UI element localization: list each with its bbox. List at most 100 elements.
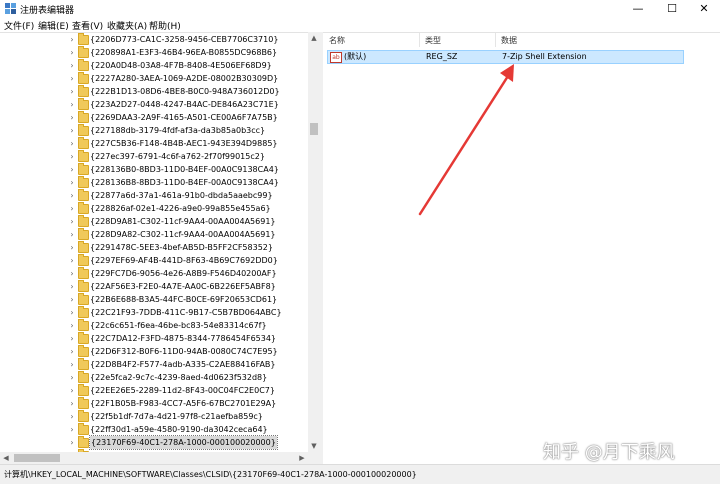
menu-file[interactable]: 文件(F) (4, 19, 34, 32)
tree-item[interactable]: › {220A0D48-03A8-4F7B-8408-4E506EF68D9} (0, 59, 308, 72)
chevron-right-icon[interactable]: › (68, 280, 76, 293)
column-divider[interactable] (495, 33, 496, 47)
chevron-right-icon[interactable]: › (68, 111, 76, 124)
tree-item[interactable]: › {22e5fca2-9c7c-4239-8aed-4d0623f532d8} (0, 371, 308, 384)
tree-item[interactable]: › {22F1B05B-F983-4CC7-A5F6-67BC2701E29A} (0, 397, 308, 410)
tree-item[interactable]: › {223A2D27-0448-4247-B4AC-DE846A23C71E} (0, 98, 308, 111)
scroll-up-icon[interactable]: ▲ (308, 32, 320, 44)
tree-item[interactable]: › {22ff30d1-a59e-4580-9190-da3042ceca64} (0, 423, 308, 436)
menu-help[interactable]: 帮助(H) (149, 19, 181, 32)
chevron-right-icon[interactable]: › (68, 33, 76, 46)
folder-icon (78, 254, 89, 266)
tree-item[interactable]: › {22C7DA12-F3FD-4875-8344-7786454F6534} (0, 332, 308, 345)
chevron-right-icon[interactable]: › (68, 241, 76, 254)
scroll-down-icon[interactable]: ▼ (308, 440, 320, 452)
folder-icon (78, 306, 89, 318)
chevron-right-icon[interactable]: › (68, 384, 76, 397)
tree-item-label: {22C7DA12-F3FD-4875-8344-7786454F6534} (90, 334, 277, 343)
tree-item-label: {220898A1-E3F3-46B4-96EA-B0855DC968B6} (90, 48, 278, 57)
column-header-name[interactable]: 名称 (329, 35, 345, 46)
tree-item[interactable]: › {229FC7D6-9056-4e26-A8B9-F546D40200AF} (0, 267, 308, 280)
minimize-button[interactable]: — (622, 0, 654, 18)
chevron-right-icon[interactable]: › (68, 163, 76, 176)
chevron-right-icon[interactable]: › (68, 423, 76, 436)
column-header-data[interactable]: 数据 (501, 35, 517, 46)
tree-item[interactable]: › {228136B0-8BD3-11D0-B4EF-00A0C9138CA4} (0, 163, 308, 176)
menu-bar: 文件(F) 编辑(E) 查看(V) 收藏夹(A) 帮助(H) (0, 18, 720, 32)
chevron-right-icon[interactable]: › (68, 358, 76, 371)
column-header-type[interactable]: 类型 (425, 35, 441, 46)
maximize-button[interactable]: ☐ (656, 0, 688, 18)
tree-horizontal-scrollbar[interactable]: ◀ ▶ (0, 452, 320, 464)
tree-item[interactable]: › {228D9A81-C302-11cf-9AA4-00AA004A5691} (0, 215, 308, 228)
folder-icon (78, 124, 89, 136)
chevron-right-icon[interactable]: › (68, 215, 76, 228)
tree-item[interactable]: › {228136B8-8BD3-11D0-B4EF-00A0C9138CA4} (0, 176, 308, 189)
column-divider[interactable] (419, 33, 420, 47)
chevron-right-icon[interactable]: › (68, 319, 76, 332)
chevron-right-icon[interactable]: › (68, 254, 76, 267)
close-button[interactable]: ✕ (688, 0, 720, 18)
chevron-right-icon[interactable]: › (68, 436, 76, 449)
tree-item[interactable]: › {227188db-3179-4fdf-af3a-da3b85a0b3cc} (0, 124, 308, 137)
tree-scroll-thumb[interactable] (310, 123, 318, 135)
chevron-right-icon[interactable]: › (68, 72, 76, 85)
tree-item[interactable]: › {228826af-02e1-4226-a9e0-99a855e455a6} (0, 202, 308, 215)
tree-item[interactable]: › {22C21F93-7DDB-411C-9B17-C5B7BD064ABC} (0, 306, 308, 319)
values-list[interactable]: 名称 类型 数据 ab (默认) REG_SZ 7-Zip Shell Exte… (323, 32, 720, 465)
folder-icon (78, 384, 89, 396)
tree-item[interactable]: › {2206D773-CA1C-3258-9456-CEB7706C3710} (0, 33, 308, 46)
chevron-right-icon[interactable]: › (68, 293, 76, 306)
tree-item[interactable]: › {228D9A82-C302-11cf-9AA4-00AA004A5691} (0, 228, 308, 241)
chevron-right-icon[interactable]: › (68, 59, 76, 72)
chevron-right-icon[interactable]: › (68, 124, 76, 137)
tree-hscroll-thumb[interactable] (14, 454, 60, 462)
tree-item[interactable]: › {2297EF69-AF4B-441D-8F63-4B69C7692DD0} (0, 254, 308, 267)
chevron-right-icon[interactable]: › (68, 46, 76, 59)
tree-item[interactable]: › {220898A1-E3F3-46B4-96EA-B0855DC968B6} (0, 46, 308, 59)
chevron-right-icon[interactable]: › (68, 397, 76, 410)
tree-item[interactable]: › {22f5b1df-7d7a-4d21-97f8-c21aefba859c} (0, 410, 308, 423)
chevron-right-icon[interactable]: › (68, 345, 76, 358)
title-bar: 注册表编辑器 — ☐ ✕ (0, 0, 720, 18)
tree-item[interactable]: › {222B1D13-08D6-4BE8-B0C0-948A736012D0} (0, 85, 308, 98)
value-row-default[interactable]: ab (默认) REG_SZ 7-Zip Shell Extension (327, 50, 684, 64)
menu-favorites[interactable]: 收藏夹(A) (107, 19, 147, 32)
chevron-right-icon[interactable]: › (68, 137, 76, 150)
chevron-right-icon[interactable]: › (68, 176, 76, 189)
tree-item[interactable]: › {22B6E688-B3A5-44FC-B0CE-69F20653CD61} (0, 293, 308, 306)
chevron-right-icon[interactable]: › (68, 306, 76, 319)
tree-vertical-scrollbar[interactable]: ▲ ▼ (308, 32, 320, 452)
tree-item[interactable]: › {23170F69-40C1-278A-1000-000100020000} (0, 435, 308, 450)
tree-item[interactable]: › {2269DAA3-2A9F-4165-A501-CE00A6F7A75B} (0, 111, 308, 124)
tree-item[interactable]: › {227C5B36-F148-4B4B-AEC1-943E394D9885} (0, 137, 308, 150)
chevron-right-icon[interactable]: › (68, 202, 76, 215)
tree-item-label: {222B1D13-08D6-4BE8-B0C0-948A736012D0} (90, 87, 280, 96)
tree-item[interactable]: › {22D8B4F2-F577-4adb-A335-C2AE88416FAB} (0, 358, 308, 371)
chevron-right-icon[interactable]: › (68, 410, 76, 423)
chevron-right-icon[interactable]: › (68, 228, 76, 241)
scroll-right-icon[interactable]: ▶ (296, 452, 308, 464)
tree-item[interactable]: › {22AF56E3-F2E0-4A7E-AA0C-6B226EF5ABF8} (0, 280, 308, 293)
tree-item-label: {22EE26E5-2289-11d2-8F43-00C04FC2E0C7} (90, 386, 275, 395)
chevron-right-icon[interactable]: › (68, 98, 76, 111)
tree-item[interactable]: › {22EE26E5-2289-11d2-8F43-00C04FC2E0C7} (0, 384, 308, 397)
tree-item-label: {227188db-3179-4fdf-af3a-da3b85a0b3cc} (90, 126, 266, 135)
chevron-right-icon[interactable]: › (68, 371, 76, 384)
scroll-left-icon[interactable]: ◀ (0, 452, 12, 464)
menu-edit[interactable]: 编辑(E) (38, 19, 69, 32)
chevron-right-icon[interactable]: › (68, 267, 76, 280)
tree-item[interactable]: › {2227A280-3AEA-1069-A2DE-08002B30309D} (0, 72, 308, 85)
tree-item[interactable]: › {2291478C-5EE3-4bef-AB5D-B5FF2CF58352} (0, 241, 308, 254)
key-tree[interactable]: › {2206D773-CA1C-3258-9456-CEB7706C3710} ›… (0, 32, 308, 465)
chevron-right-icon[interactable]: › (68, 332, 76, 345)
chevron-right-icon[interactable]: › (68, 150, 76, 163)
tree-item[interactable]: › {22D6F312-B0F6-11D0-94AB-0080C74C7E95} (0, 345, 308, 358)
chevron-right-icon[interactable]: › (68, 85, 76, 98)
tree-item[interactable]: › {22877a6d-37a1-461a-91b0-dbda5aaebc99} (0, 189, 308, 202)
menu-view[interactable]: 查看(V) (72, 19, 103, 32)
tree-item[interactable]: › {22c6c651-f6ea-46be-bc83-54e83314c67f} (0, 319, 308, 332)
chevron-right-icon[interactable]: › (68, 189, 76, 202)
tree-item[interactable]: › {227ec397-6791-4c6f-a762-2f70f99015c2} (0, 150, 308, 163)
folder-icon (78, 410, 89, 422)
